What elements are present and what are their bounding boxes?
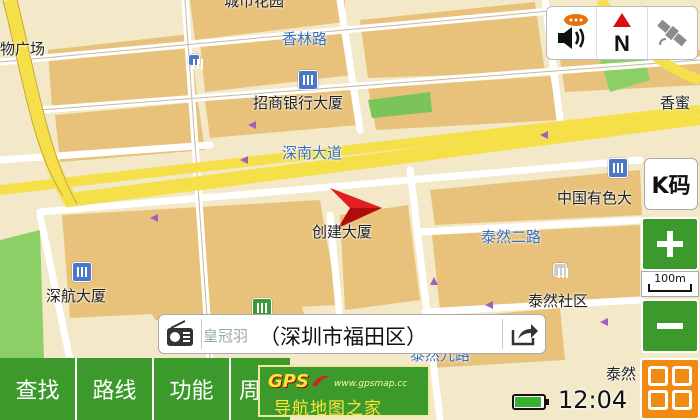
watermark-slogan: 导航地图之家 xyxy=(274,399,382,419)
map-label-tairan-community: 泰然社区 xyxy=(528,292,589,310)
search-button[interactable]: 查找 xyxy=(0,358,77,420)
map-label-shenhang-building: 深航大厦 xyxy=(46,287,107,305)
map-label-tairan-bottom: 泰然 xyxy=(606,365,637,383)
share-button[interactable] xyxy=(509,320,539,348)
grid-icon xyxy=(648,366,668,386)
route-button[interactable]: 路线 xyxy=(77,358,154,420)
scale-bar xyxy=(648,284,692,292)
radio-button[interactable] xyxy=(165,320,195,348)
status-bar: 12:04 xyxy=(508,382,640,420)
map-label-cmb-building: 招商银行大厦 xyxy=(253,94,344,112)
map-label-shennan-road: 深南大道 xyxy=(282,144,343,162)
watermark-url: www.gpsmap.cc xyxy=(334,379,408,389)
zoom-in-button[interactable] xyxy=(641,217,699,271)
building-poi-icon[interactable] xyxy=(298,70,318,90)
clock: 12:04 xyxy=(558,386,628,414)
compass-north-icon: N xyxy=(612,13,631,55)
zoom-out-button[interactable] xyxy=(641,299,699,353)
building-poi-icon[interactable] xyxy=(608,158,628,178)
volume-button[interactable] xyxy=(547,7,598,59)
swoosh-icon xyxy=(312,376,330,387)
battery-icon xyxy=(512,394,549,410)
map-top-controls: N xyxy=(546,6,698,60)
address-faded-text: 皇冠羽 xyxy=(203,327,249,345)
divider xyxy=(201,319,202,349)
map-label-tairan-road2: 泰然二路 xyxy=(481,228,542,246)
map-label-xiangmi: 香蜜 xyxy=(660,94,691,112)
function-button[interactable]: 功能 xyxy=(154,358,231,420)
map-scale-indicator: 100m xyxy=(641,271,699,297)
address-bar: 皇冠羽 （深圳市福田区） xyxy=(158,314,546,354)
grid-icon xyxy=(672,366,692,386)
map-label-plaza: 物广场 xyxy=(0,40,46,58)
satellite-icon xyxy=(657,19,688,47)
main-menu-button[interactable] xyxy=(640,358,700,420)
north-up-button[interactable]: N xyxy=(597,7,648,59)
poi-marker-icon[interactable] xyxy=(188,54,203,69)
map-canvas[interactable] xyxy=(0,0,700,420)
plus-icon xyxy=(657,231,683,257)
current-location-text: （深圳市福田区） xyxy=(259,325,427,349)
minus-icon xyxy=(657,323,683,329)
grid-icon xyxy=(648,390,668,410)
community-poi-icon[interactable] xyxy=(553,263,568,278)
speaker-icon xyxy=(557,14,588,49)
k-code-button[interactable]: K码 xyxy=(644,158,698,210)
map-label-top-cut: 城市花园 xyxy=(224,0,285,10)
grid-icon xyxy=(672,390,692,410)
map-label-china-nonferrous: 中国有色大 xyxy=(557,189,633,207)
battery-fill xyxy=(515,397,541,407)
gpsmap-watermark-logo: GPS www.gpsmap.cc 导航地图之家 xyxy=(258,365,430,419)
radio-icon xyxy=(167,320,193,346)
share-icon xyxy=(511,324,538,346)
map-label-chuangjian-building: 创建大厦 xyxy=(312,223,373,241)
gps-status-button[interactable] xyxy=(648,7,697,59)
watermark-brand: GPS xyxy=(268,371,309,392)
north-label: N xyxy=(614,31,630,55)
building-poi-icon[interactable] xyxy=(72,262,92,282)
divider xyxy=(502,319,503,349)
map-label-xianglin-road: 香林路 xyxy=(282,30,328,48)
bottom-menu-bar: 查找 路线 功能 周 xyxy=(0,358,290,420)
